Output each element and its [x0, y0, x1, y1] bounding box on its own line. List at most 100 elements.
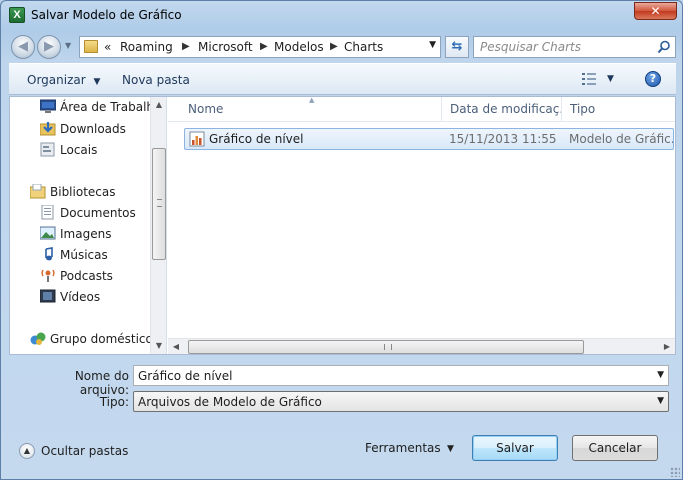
- address-overflow[interactable]: «: [104, 40, 111, 54]
- chevron-down-icon: ▼: [93, 77, 101, 87]
- nav-item-homegroup[interactable]: Grupo doméstico: [10, 329, 153, 349]
- file-list-pane: Nome ▲ Data de modificaç... Tipo Gráfico…: [168, 96, 675, 354]
- file-row[interactable]: Gráfico de nível 15/11/2013 11:55 Modelo…: [184, 128, 674, 150]
- nav-item-recent-places[interactable]: Locais: [10, 140, 150, 160]
- breadcrumb-modelos[interactable]: Modelos: [274, 40, 324, 54]
- cancel-button[interactable]: Cancelar: [572, 435, 658, 461]
- recent-places-icon: [40, 142, 55, 157]
- nav-pane-scrollbar[interactable]: ▲ ▼: [150, 97, 166, 354]
- browser-area: Área de Trabalho Downloads Locais Biblio…: [9, 96, 676, 355]
- help-icon[interactable]: ?: [645, 71, 661, 87]
- tools-dropdown-icon[interactable]: ▼: [447, 444, 454, 454]
- scroll-up-arrow-icon[interactable]: ▲: [151, 97, 166, 113]
- filetype-select[interactable]: Arquivos de Modelo de Gráfico ▼: [133, 391, 669, 412]
- desktop-icon: [40, 99, 56, 113]
- scroll-right-arrow-icon[interactable]: ▶: [659, 339, 675, 355]
- file-name: Gráfico de nível: [209, 132, 304, 146]
- organize-button[interactable]: Organizar ▼: [27, 73, 100, 87]
- hide-folders-label: Ocultar pastas: [41, 444, 129, 458]
- column-header: Nome ▲ Data de modificaç... Tipo: [168, 96, 675, 122]
- breadcrumb-roaming[interactable]: Roaming: [120, 40, 173, 54]
- nav-item-label: Podcasts: [60, 269, 113, 283]
- save-button[interactable]: Salvar: [472, 435, 558, 461]
- column-date-header[interactable]: Data de modificaç...: [442, 97, 562, 122]
- filename-dropdown-icon[interactable]: ▼: [657, 370, 664, 380]
- column-type-header[interactable]: Tipo: [562, 97, 675, 122]
- resize-grip-icon[interactable]: [670, 467, 680, 477]
- forward-button[interactable]: ▶: [37, 35, 61, 59]
- address-dropdown-icon[interactable]: ▼: [429, 40, 436, 50]
- nav-item-libraries[interactable]: Bibliotecas: [10, 182, 150, 202]
- window-title: Salvar Modelo de Gráfico: [31, 8, 182, 22]
- chevron-right-icon[interactable]: ▶: [182, 41, 190, 52]
- title-bar: X Salvar Modelo de Gráfico ✕: [1, 1, 682, 31]
- view-dropdown-icon[interactable]: ▼: [607, 74, 614, 84]
- navigation-pane: Área de Trabalho Downloads Locais Biblio…: [10, 97, 167, 354]
- navigation-row: ◀ ▶ ▼ « Roaming ▶ Microsoft ▶ Modelos ▶ …: [9, 33, 676, 59]
- nav-item-desktop[interactable]: Área de Trabalho: [10, 97, 161, 117]
- nav-item-label: Músicas: [60, 248, 108, 262]
- filetype-value: Arquivos de Modelo de Gráfico: [138, 395, 322, 409]
- folder-icon: [84, 40, 98, 53]
- file-date: 15/11/2013 11:55: [449, 132, 557, 146]
- column-type-label: Tipo: [570, 102, 596, 116]
- file-type: Modelo de Gráfic...: [569, 132, 673, 146]
- address-bar[interactable]: « Roaming ▶ Microsoft ▶ Modelos ▶ Charts…: [79, 36, 441, 58]
- nav-item-videos[interactable]: Vídeos: [10, 287, 150, 307]
- file-list-scroll-thumb[interactable]: [188, 340, 584, 354]
- scroll-down-arrow-icon[interactable]: ▼: [151, 338, 166, 354]
- back-button[interactable]: ◀: [11, 35, 35, 59]
- filetype-dropdown-icon[interactable]: ▼: [657, 396, 664, 406]
- breadcrumb-charts[interactable]: Charts: [344, 40, 383, 54]
- file-list-scrollbar[interactable]: ◀ ▶: [168, 338, 675, 354]
- filename-combobox[interactable]: ▼: [133, 365, 669, 386]
- search-box[interactable]: [473, 36, 676, 58]
- nav-item-label: Área de Trabalho: [60, 100, 162, 114]
- nav-item-label: Downloads: [60, 122, 126, 136]
- documents-icon: [41, 205, 54, 220]
- music-icon: [45, 247, 53, 261]
- new-folder-button[interactable]: Nova pasta: [122, 73, 190, 87]
- chevron-up-icon: ▲: [19, 443, 35, 459]
- tools-button[interactable]: Ferramentas: [365, 441, 441, 455]
- close-button[interactable]: ✕: [634, 2, 677, 20]
- breadcrumb-microsoft[interactable]: Microsoft: [198, 40, 253, 54]
- downloads-icon: [40, 122, 56, 136]
- nav-item-music[interactable]: Músicas: [10, 245, 150, 265]
- nav-item-documents[interactable]: Documentos: [10, 203, 150, 223]
- nav-item-label: Bibliotecas: [50, 185, 116, 199]
- save-dialog: X Salvar Modelo de Gráfico ✕ ◀ ▶ ▼ « Roa…: [0, 0, 683, 480]
- organize-label: Organizar: [27, 73, 86, 87]
- filename-input[interactable]: [138, 368, 638, 383]
- scroll-grip-icon: [384, 344, 392, 350]
- scroll-left-arrow-icon[interactable]: ◀: [168, 339, 184, 355]
- command-bar: Organizar ▼ Nova pasta ▼ ?: [9, 63, 676, 95]
- nav-item-label: Imagens: [60, 227, 112, 241]
- sort-ascending-icon: ▲: [309, 96, 315, 104]
- nav-item-pictures[interactable]: Imagens: [10, 224, 150, 244]
- search-input[interactable]: [480, 39, 650, 55]
- nav-pane-scroll-thumb[interactable]: [152, 148, 166, 260]
- nav-item-podcasts[interactable]: Podcasts: [10, 266, 150, 286]
- chart-template-file-icon: [189, 131, 205, 147]
- nav-item-label: Grupo doméstico: [50, 332, 153, 346]
- refresh-button[interactable]: ⇆: [445, 36, 469, 58]
- nav-item-label: Vídeos: [60, 290, 101, 304]
- filetype-label: Tipo:: [99, 395, 129, 409]
- filename-label: Nome do arquivo:: [74, 369, 129, 397]
- column-date-label: Data de modificaç...: [450, 102, 562, 116]
- nav-item-downloads[interactable]: Downloads: [10, 119, 150, 139]
- chevron-right-icon[interactable]: ▶: [260, 41, 268, 52]
- pictures-icon: [40, 226, 56, 240]
- homegroup-icon: [30, 332, 46, 345]
- libraries-icon: [30, 184, 46, 199]
- nav-item-label: Locais: [60, 143, 98, 157]
- podcasts-icon: [41, 269, 55, 282]
- recent-pages-dropdown-icon[interactable]: ▼: [65, 41, 71, 50]
- scroll-grip-icon: [157, 199, 162, 207]
- search-icon[interactable]: [657, 40, 671, 54]
- column-name-label: Nome: [188, 102, 224, 116]
- videos-icon: [40, 289, 56, 303]
- view-options-icon[interactable]: [582, 73, 598, 85]
- chevron-right-icon[interactable]: ▶: [330, 41, 338, 52]
